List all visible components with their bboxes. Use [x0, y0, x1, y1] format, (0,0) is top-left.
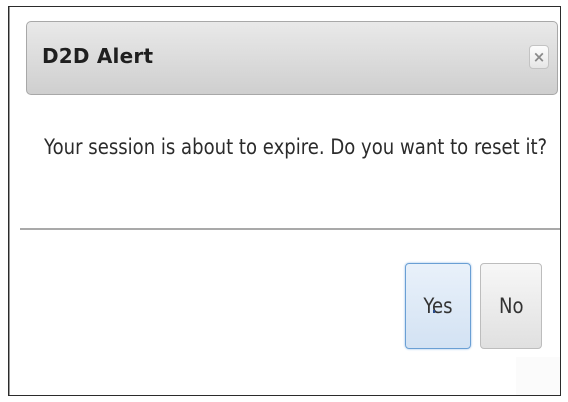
yes-button-label: Yes — [423, 294, 453, 318]
button-pane-divider — [20, 228, 560, 230]
close-button[interactable]: × — [529, 45, 549, 69]
text-cursor — [433, 310, 435, 313]
no-button[interactable]: No — [480, 263, 542, 349]
no-button-label: No — [498, 294, 524, 318]
dialog-message: Your session is about to expire. Do you … — [44, 135, 548, 159]
close-icon: × — [532, 47, 546, 66]
dialog-title: D2D Alert — [42, 44, 154, 68]
bottom-corner — [516, 357, 560, 395]
browser-frame: D2D Alert × Your session is about to exp… — [8, 6, 561, 396]
alert-dialog: D2D Alert × Your session is about to exp… — [9, 7, 560, 395]
yes-button[interactable]: Yes — [405, 263, 471, 349]
dialog-titlebar[interactable]: D2D Alert × — [26, 21, 558, 95]
